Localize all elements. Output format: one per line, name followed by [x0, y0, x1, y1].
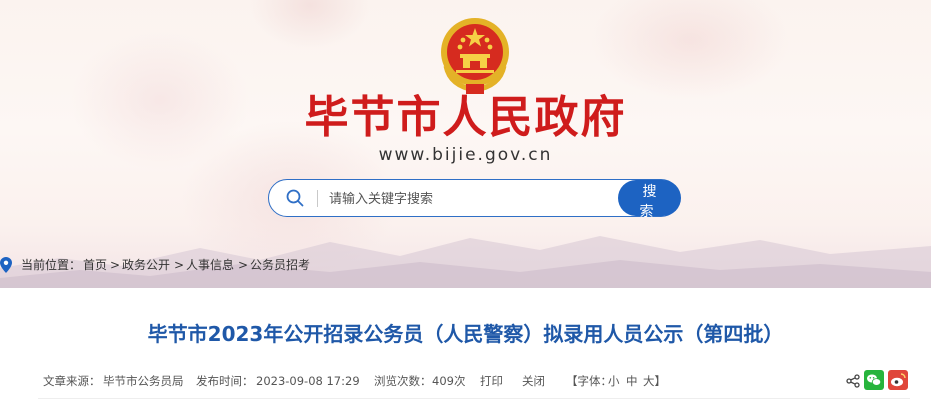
- background-flower: [250, 0, 370, 50]
- close-link[interactable]: 关闭: [522, 373, 545, 389]
- breadcrumb-separator: >: [238, 258, 249, 272]
- search-button[interactable]: 搜 索: [618, 180, 681, 220]
- weibo-icon[interactable]: [888, 370, 908, 390]
- font-size-large[interactable]: 大】: [643, 373, 666, 389]
- meta-divider: [38, 398, 910, 399]
- breadcrumb-prefix: 当前位置：: [21, 258, 82, 272]
- font-size-label: 【字体：: [566, 374, 612, 388]
- article-published-label: 发布时间：: [196, 374, 254, 388]
- search-divider: [317, 190, 318, 207]
- article-source-label: 文章来源：: [43, 374, 101, 388]
- share-icon[interactable]: [846, 374, 860, 388]
- wechat-icon[interactable]: [864, 370, 884, 390]
- site-title: 毕节市人民政府: [304, 92, 627, 143]
- print-link[interactable]: 打印: [480, 373, 503, 389]
- font-size-small[interactable]: 小: [608, 373, 620, 389]
- site-url: www.bijie.gov.cn: [378, 145, 553, 165]
- article-views-label: 浏览次数：: [374, 374, 432, 388]
- location-pin-icon: [0, 257, 12, 273]
- breadcrumb-item-gov-affairs[interactable]: 政务公开: [122, 255, 170, 275]
- font-size-medium[interactable]: 中: [626, 373, 638, 389]
- breadcrumb-separator: >: [110, 258, 121, 272]
- breadcrumb-separator: >: [174, 258, 185, 272]
- search-icon[interactable]: [286, 189, 304, 207]
- national-emblem-icon: [441, 18, 509, 94]
- article-source: 毕节市公务员局: [103, 374, 184, 388]
- article-views: 409次: [432, 374, 466, 388]
- search-input[interactable]: [327, 186, 611, 212]
- breadcrumb-item-personnel[interactable]: 人事信息: [186, 255, 234, 275]
- background-flower: [590, 0, 790, 100]
- article-published: 2023-09-08 17:29: [256, 374, 360, 388]
- article-title: 毕节市2023年公开招录公务员（人民警察）拟录用人员公示（第四批）: [147, 322, 784, 346]
- breadcrumb-item-home[interactable]: 首页: [83, 255, 107, 275]
- breadcrumb-item-civil-service-exam[interactable]: 公务员招考: [250, 255, 310, 275]
